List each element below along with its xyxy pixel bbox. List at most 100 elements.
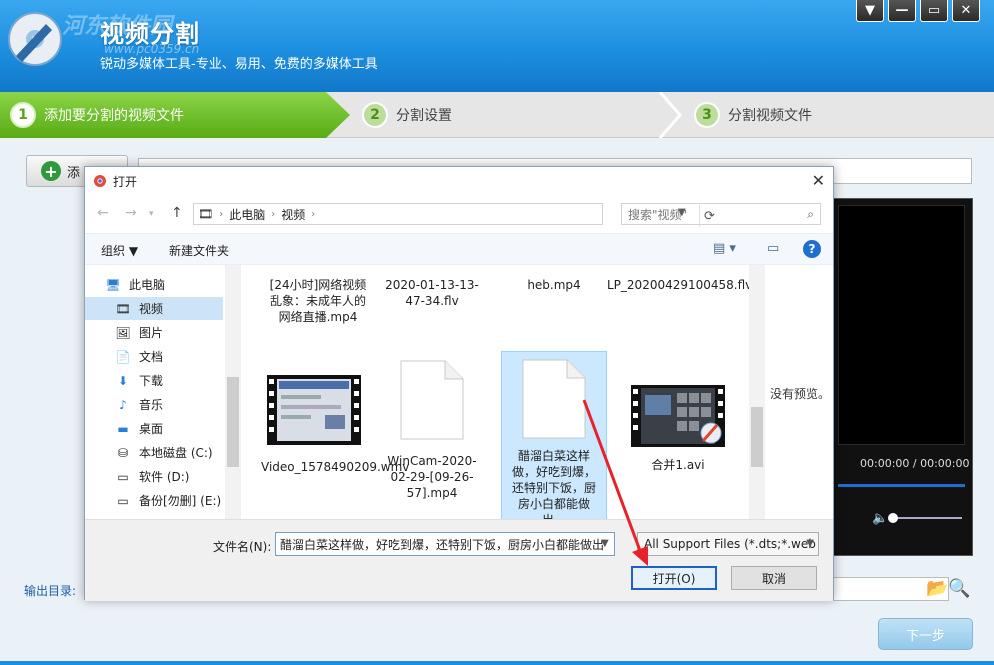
browse-folder-icon[interactable]: 📂🔍 <box>926 578 971 599</box>
video-thumbnail-icon <box>267 375 361 445</box>
file-tile[interactable]: [24小时]网络视频乱象：未成年人的网络直播.mp4 <box>265 277 371 325</box>
file-name: 醋溜白菜这样做，好吃到爆，还特别下饭，厨房小白都能做出… <box>511 449 596 519</box>
nav-item-label: 文档 <box>139 350 164 364</box>
nav-item-videos[interactable]: 🎞 视频 <box>85 297 223 320</box>
file-name: WinCam-2020-02-29-[09-26-57].mp4 <box>387 454 477 500</box>
file-list: [24小时]网络视频乱象：未成年人的网络直播.mp4 2020-01-13-13… <box>245 265 761 519</box>
search-icon[interactable]: ⌕ <box>807 207 814 222</box>
volume-slider[interactable] <box>892 517 962 519</box>
nav-item-desktop[interactable]: ▬ 桌面 <box>85 417 223 440</box>
dialog-close-icon[interactable]: ✕ <box>812 171 825 190</box>
dialog-title: 打开 <box>113 174 138 189</box>
preview-screen <box>838 205 965 445</box>
step-split-settings[interactable]: 2 分割设置 <box>362 92 662 138</box>
file-list-scrollbar[interactable] <box>749 265 765 519</box>
file-name: heb.mp4 <box>527 278 581 292</box>
filename-input[interactable]: 醋溜白菜这样做，好吃到爆，还特别下饭，厨房小白都能做出 <box>275 532 615 556</box>
file-name: 合并1.avi <box>651 458 705 472</box>
nav-scrollbar-thumb[interactable] <box>227 377 239 467</box>
organize-menu[interactable]: 组织 ▼ <box>101 242 138 259</box>
file-tile[interactable]: 2020-01-13-13-47-34.flv <box>379 277 485 309</box>
dialog-titlebar: 打开 <box>85 167 833 195</box>
preview-pane-icon[interactable]: ▭ <box>767 241 779 256</box>
filename-value: 醋溜白菜这样做，好吃到爆，还特别下饭，厨房小白都能做出 <box>280 537 605 552</box>
file-tile[interactable]: 合并1.avi <box>625 385 731 473</box>
generic-file-icon <box>522 359 586 439</box>
file-tile[interactable]: heb.mp4 <box>501 277 607 293</box>
bottom-border <box>0 661 994 665</box>
nav-item-label: 视频 <box>139 302 164 316</box>
playback-progress-bar[interactable] <box>838 484 965 487</box>
plus-icon: + <box>41 161 61 181</box>
step-bar: 1 添加要分割的视频文件 2 分割设置 3 分割视频文件 <box>0 92 994 138</box>
nav-item-label: 音乐 <box>139 398 164 412</box>
file-tile[interactable]: WinCam-2020-02-29-[09-26-57].mp4 <box>379 359 485 501</box>
cancel-button[interactable]: 取消 <box>731 566 817 590</box>
breadcrumb-this-pc[interactable]: 此电脑 <box>229 206 265 223</box>
open-button[interactable]: 打开(O) <box>631 566 717 590</box>
file-list-scrollbar-thumb[interactable] <box>751 407 763 467</box>
forward-arrow-icon[interactable]: → <box>125 205 137 221</box>
nav-item-label: 此电脑 <box>129 278 166 292</box>
dialog-bottom-area: 文件名(N): 醋溜白菜这样做，好吃到爆，还特别下饭，厨房小白都能做出 ▼ Al… <box>85 519 833 601</box>
maximize-button[interactable]: ▭ <box>920 0 948 22</box>
volume-slider-handle[interactable] <box>888 513 898 523</box>
nav-item-label: 下载 <box>139 374 164 388</box>
generic-file-icon <box>400 360 464 440</box>
file-name: 2020-01-13-13-47-34.flv <box>385 278 479 308</box>
breadcrumb-separator-icon: › <box>271 208 276 220</box>
menu-dropdown-button[interactable]: ▼ <box>856 0 884 22</box>
volume-icon[interactable]: 🔈 <box>872 511 888 526</box>
video-icon: 🎞 <box>115 301 131 316</box>
help-icon[interactable]: ? <box>803 240 821 258</box>
nav-item-downloads[interactable]: ⬇ 下载 <box>85 369 223 392</box>
breadcrumb-separator-icon: › <box>311 208 316 220</box>
picture-icon: 🖼 <box>115 325 131 340</box>
file-tile[interactable]: Video_1578490209.wmv <box>261 375 410 475</box>
minimize-button[interactable]: — <box>888 0 916 22</box>
nav-item-drive-d[interactable]: ▭ 软件 (D:) <box>85 465 223 488</box>
nav-item-label: 本地磁盘 (C:) <box>139 446 213 460</box>
search-input[interactable]: 搜索"视频" ⌕ <box>621 203 821 225</box>
nav-item-label: 桌面 <box>139 422 164 436</box>
step-number: 1 <box>10 102 36 128</box>
back-arrow-icon[interactable]: ← <box>97 205 109 221</box>
video-preview-panel: 00:00:00 / 00:00:00 🔈 <box>833 198 973 556</box>
file-tile[interactable]: LP_20200429100458.flv <box>607 277 752 293</box>
add-file-label: 添 <box>67 165 81 181</box>
file-type-filter-select[interactable]: All Support Files (*.dts;*.web ▼ <box>637 532 819 556</box>
step-add-files[interactable]: 1 添加要分割的视频文件 <box>0 92 350 138</box>
download-icon: ⬇ <box>117 373 129 388</box>
nav-item-music[interactable]: ♪ 音乐 <box>85 393 223 416</box>
video-thumbnail-icon <box>631 385 725 447</box>
open-file-dialog: 打开 ✕ ← → ▾ ↑ 🎞 › 此电脑 › 视频 › ▼ ⟳ 搜索"视频" ⌕… <box>84 166 834 601</box>
view-options-icon[interactable]: ▤ ▾ <box>713 241 736 256</box>
address-bar[interactable]: 🎞 › 此电脑 › 视频 › ▼ ⟳ <box>193 203 715 227</box>
new-folder-button[interactable]: 新建文件夹 <box>169 242 229 259</box>
breadcrumb-videos[interactable]: 视频 <box>281 206 305 223</box>
app-subtitle: 锐动多媒体工具-专业、易用、免费的多媒体工具 <box>100 57 378 72</box>
nav-item-label: 软件 (D:) <box>139 470 190 484</box>
window-controls: ▼ — ▭ ✕ <box>856 0 980 22</box>
next-step-button[interactable]: 下一步 <box>878 618 973 650</box>
nav-item-drive-e[interactable]: ▭ 备份[勿删] (E:) <box>85 489 223 512</box>
output-directory-label: 输出目录: <box>24 584 77 598</box>
nav-item-documents[interactable]: 📄 文档 <box>85 345 223 368</box>
step-label: 分割设置 <box>396 108 452 124</box>
file-name: Video_1578490209.wmv <box>261 460 410 474</box>
recent-dropdown-icon[interactable]: ▾ <box>149 209 154 219</box>
document-icon: 📄 <box>115 349 131 364</box>
file-tile-selected[interactable]: 醋溜白菜这样做，好吃到爆，还特别下饭，厨房小白都能做出… <box>501 351 607 519</box>
filename-label: 文件名(N): <box>213 540 272 554</box>
nav-item-this-pc[interactable]: 🖥 此电脑 <box>85 273 223 296</box>
chrome-app-icon <box>94 175 106 187</box>
filename-dropdown-icon[interactable]: ▼ <box>601 538 609 549</box>
step-split-files[interactable]: 3 分割视频文件 <box>694 92 994 138</box>
drive-icon: ▭ <box>117 469 129 484</box>
up-arrow-icon[interactable]: ↑ <box>171 205 183 221</box>
app-logo-icon <box>8 12 62 66</box>
nav-item-pictures[interactable]: 🖼 图片 <box>85 321 223 344</box>
nav-item-drive-c[interactable]: ⛁ 本地磁盘 (C:) <box>85 441 223 464</box>
nav-item-label: 备份[勿删] (E:) <box>139 494 222 508</box>
close-button[interactable]: ✕ <box>952 0 980 22</box>
